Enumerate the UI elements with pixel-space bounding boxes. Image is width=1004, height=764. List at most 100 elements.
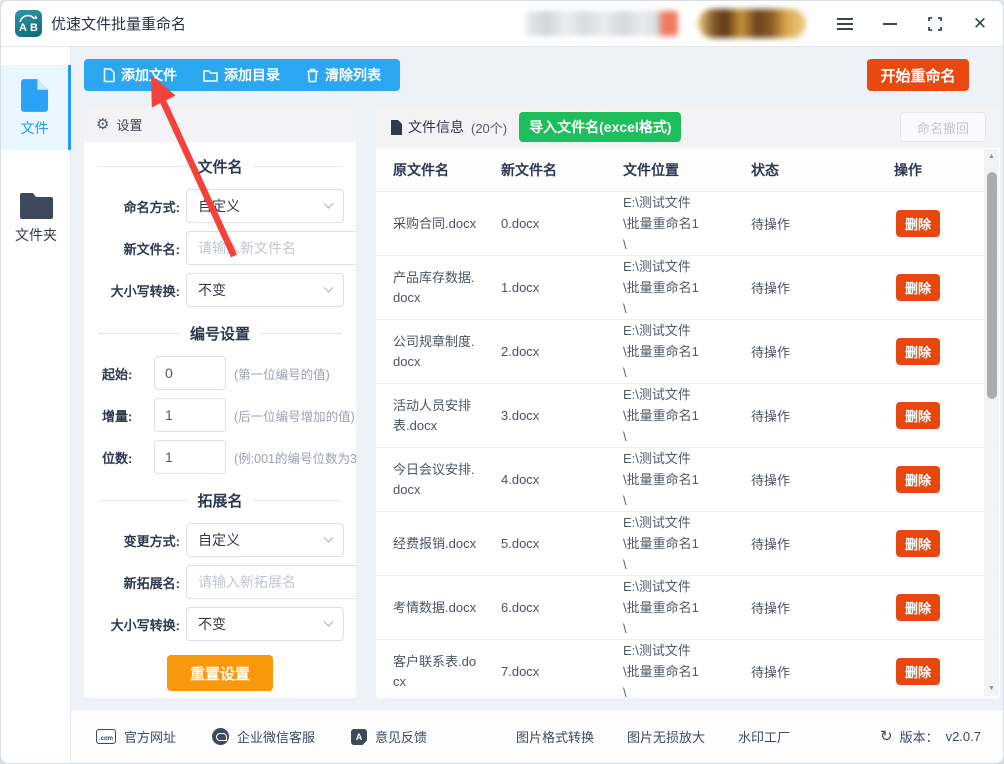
delete-button[interactable]: 删除 — [896, 402, 940, 429]
delete-button[interactable]: 删除 — [896, 274, 940, 301]
menu-icon[interactable] — [836, 15, 854, 33]
table-row: 客户联系表.docx 7.docx E:\测试文件 \批量重命名1 \ 待操作 … — [376, 640, 1000, 698]
minimize-icon[interactable] — [881, 15, 899, 33]
number-digits-row: 位数: (例:001的编号位数为3) — [96, 438, 344, 476]
scrollbar-thumb[interactable] — [987, 172, 997, 399]
close-icon[interactable]: ✕ — [971, 15, 989, 33]
settings-panel: ⚙ 设置 文件名 命名方式: 自定义 新文件名: 大小写转换: 不变 编号设置 … — [84, 106, 356, 698]
add-directory-icon — [203, 69, 218, 82]
table-row: 经费报销.docx 5.docx E:\测试文件 \批量重命名1 \ 待操作 删… — [376, 512, 1000, 576]
refresh-icon[interactable]: ↻ — [880, 729, 893, 744]
col-new-name: 新文件名 — [501, 160, 623, 180]
scroll-up-icon[interactable]: ▲ — [984, 150, 999, 163]
start-rename-button[interactable]: 开始重命名 — [867, 59, 969, 91]
chevron-down-icon — [324, 532, 334, 542]
maximize-icon[interactable] — [926, 15, 944, 33]
section-title-filename: 文件名 — [98, 156, 342, 177]
ext-case-select[interactable]: 不变 — [186, 607, 344, 641]
delete-button[interactable]: 删除 — [896, 210, 940, 237]
cell-original: 产品库存数据.docx — [393, 268, 481, 308]
cell-status: 待操作 — [751, 278, 894, 297]
official-website-link[interactable]: .com 官方网址 — [96, 727, 176, 746]
col-original-name: 原文件名 — [393, 160, 501, 180]
number-start-hint: (第一位编号的值) — [234, 364, 330, 383]
naming-method-select[interactable]: 自定义 — [186, 189, 344, 223]
number-increment-input[interactable] — [154, 398, 226, 432]
number-digits-input[interactable] — [154, 440, 226, 474]
official-website-label: 官方网址 — [124, 727, 176, 746]
delete-button[interactable]: 删除 — [896, 338, 940, 365]
cell-original: 今日会议安排.docx — [393, 460, 481, 500]
number-increment-hint: (后一位编号增加的值) — [234, 406, 355, 425]
clear-list-button[interactable]: 清除列表 — [293, 59, 394, 91]
cell-newname: 2.docx — [501, 344, 623, 359]
file-panel: 文件信息 (20个) 导入文件名(excel格式) 命名撤回 原文件名 新文件名… — [376, 106, 1000, 698]
add-file-label: 添加文件 — [121, 65, 177, 85]
cell-original: 经费报销.docx — [393, 534, 481, 554]
toolbar: 添加文件 添加目录 清除列表 — [84, 59, 400, 91]
cell-newname: 7.docx — [501, 664, 623, 679]
col-file-location: 文件位置 — [623, 160, 751, 180]
promo-image-format-convert[interactable]: 图片格式转换 — [516, 727, 594, 746]
cell-newname: 0.docx — [501, 216, 623, 231]
gear-icon: ⚙ — [96, 117, 109, 132]
cell-status: 待操作 — [751, 662, 894, 681]
new-filename-input[interactable] — [186, 231, 356, 265]
cell-original: 活动人员安排表.docx — [393, 396, 481, 436]
add-file-button[interactable]: 添加文件 — [90, 59, 190, 91]
number-start-input[interactable] — [154, 356, 226, 390]
col-status: 状态 — [751, 160, 894, 180]
version-value: v2.0.7 — [946, 729, 981, 744]
new-ext-label: 新拓展名: — [96, 573, 180, 592]
cell-path: E:\测试文件 \批量重命名1 \ — [623, 512, 751, 575]
clear-list-label: 清除列表 — [325, 65, 381, 85]
promo-watermark-factory[interactable]: 水印工厂 — [738, 727, 790, 746]
cell-newname: 3.docx — [501, 408, 623, 423]
sidebar-item-folder-label: 文件夹 — [15, 225, 57, 245]
cell-path: E:\测试文件 \批量重命名1 \ — [623, 320, 751, 383]
feedback-link[interactable]: A 意见反馈 — [351, 727, 427, 746]
filename-case-value: 不变 — [198, 280, 226, 300]
footer: .com 官方网址 企业微信客服 A 意见反馈 图片格式转换 图片无损放大 水印… — [71, 709, 1003, 763]
file-info-icon — [390, 120, 402, 135]
cell-original: 公司规章制度.docx — [393, 332, 481, 372]
promo-image-lossless-upscale[interactable]: 图片无损放大 — [627, 727, 705, 746]
number-increment-label: 增量: — [96, 406, 154, 425]
number-digits-label: 位数: — [96, 448, 154, 467]
cell-newname: 1.docx — [501, 280, 623, 295]
scroll-down-icon[interactable]: ▼ — [984, 682, 999, 695]
ext-change-select[interactable]: 自定义 — [186, 523, 344, 557]
filename-case-select[interactable]: 不变 — [186, 273, 344, 307]
new-ext-input[interactable] — [186, 565, 356, 599]
cell-status: 待操作 — [751, 534, 894, 553]
table-row: 采购合同.docx 0.docx E:\测试文件 \批量重命名1 \ 待操作 删… — [376, 192, 1000, 256]
settings-header: ⚙ 设置 — [84, 106, 356, 142]
section-title-numbering: 编号设置 — [98, 323, 342, 344]
file-info-title: 文件信息 — [408, 117, 464, 137]
cell-path: E:\测试文件 \批量重命名1 \ — [623, 384, 751, 447]
chat-icon — [212, 728, 229, 745]
table-scrollbar[interactable]: ▲ ▼ — [984, 149, 999, 696]
cell-status: 待操作 — [751, 406, 894, 425]
feedback-icon: A — [351, 729, 367, 745]
file-info-header: 文件信息 (20个) 导入文件名(excel格式) 命名撤回 — [376, 106, 1000, 148]
add-directory-button[interactable]: 添加目录 — [190, 59, 293, 91]
delete-button[interactable]: 删除 — [896, 658, 940, 685]
wechat-support-link[interactable]: 企业微信客服 — [212, 727, 315, 746]
table-header: 原文件名 新文件名 文件位置 状态 操作 — [376, 148, 1000, 192]
ext-change-label: 变更方式: — [96, 531, 180, 550]
delete-button[interactable]: 删除 — [896, 466, 940, 493]
import-filenames-button[interactable]: 导入文件名(excel格式) — [519, 112, 681, 142]
add-file-icon — [103, 68, 115, 83]
redacted-vip-badge[interactable] — [698, 9, 806, 38]
cell-newname: 6.docx — [501, 600, 623, 615]
number-start-row: 起始: (第一位编号的值) — [96, 354, 344, 392]
reset-settings-button[interactable]: 重置设置 — [167, 655, 273, 691]
delete-button[interactable]: 删除 — [896, 594, 940, 621]
chevron-down-icon — [324, 282, 334, 292]
rename-undo-button[interactable]: 命名撤回 — [900, 112, 986, 142]
sidebar-item-file[interactable]: 文件 — [1, 65, 71, 150]
delete-button[interactable]: 删除 — [896, 530, 940, 557]
footer-links: .com 官方网址 企业微信客服 A 意见反馈 — [96, 710, 427, 763]
sidebar-item-folder[interactable]: 文件夹 — [1, 178, 71, 257]
